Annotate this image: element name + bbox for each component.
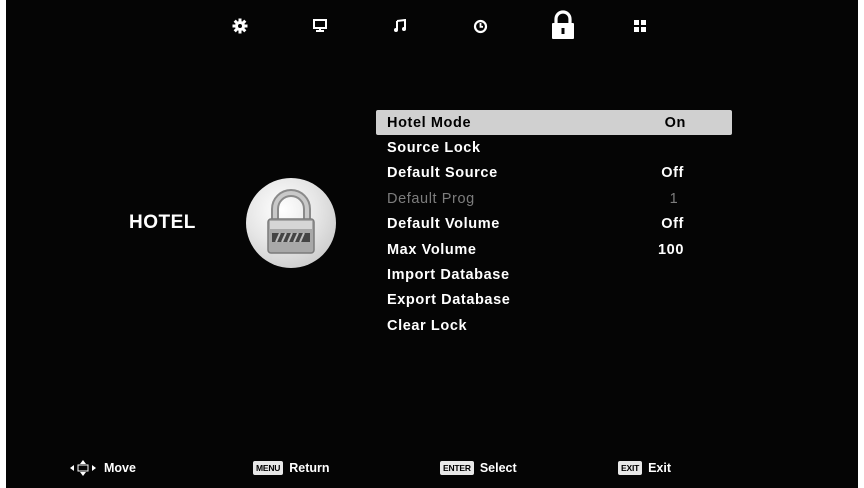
menu-key-icon: MENU xyxy=(253,461,284,475)
category-bar xyxy=(6,0,858,48)
monitor-icon[interactable] xyxy=(308,14,332,38)
apps-grid-icon[interactable] xyxy=(628,14,652,38)
gear-icon[interactable] xyxy=(228,14,252,38)
menu-item-value: 100 xyxy=(658,241,684,258)
hint-return-label: Return xyxy=(289,461,330,475)
menu-item-label: Default Prog xyxy=(387,190,475,207)
menu-item-value: Off xyxy=(661,165,684,182)
hint-move-label: Move xyxy=(104,461,136,475)
lock-icon[interactable] xyxy=(546,8,580,42)
menu-item-clear-lock[interactable]: Clear Lock xyxy=(376,313,732,338)
menu-item-label: Export Database xyxy=(387,292,511,309)
menu-item-value: Off xyxy=(661,216,684,233)
footer-hints: Move MENU Return ENTER Select EXIT Exit xyxy=(6,455,858,481)
menu-item-default-source[interactable]: Default Source Off xyxy=(376,161,732,186)
hint-exit-label: Exit xyxy=(648,461,672,475)
hint-move: Move xyxy=(70,455,136,481)
menu-item-label: Import Database xyxy=(387,267,510,284)
menu-item-label: Max Volume xyxy=(387,241,477,258)
menu-item-value: On xyxy=(664,114,686,131)
menu-item-export-database[interactable]: Export Database xyxy=(376,288,732,313)
exit-key-icon: EXIT xyxy=(618,461,643,475)
hint-return: MENU Return xyxy=(253,455,330,481)
menu-item-label: Clear Lock xyxy=(387,317,468,334)
enter-key-icon: ENTER xyxy=(440,461,474,475)
clock-icon[interactable] xyxy=(468,14,492,38)
menu-item-source-lock[interactable]: Source Lock xyxy=(376,135,732,160)
menu-item-default-prog: Default Prog 1 xyxy=(376,186,732,211)
menu-item-import-database[interactable]: Import Database xyxy=(376,262,732,287)
dpad-arrows-icon xyxy=(70,460,96,476)
menu-item-default-volume[interactable]: Default Volume Off xyxy=(376,212,732,237)
hint-select-label: Select xyxy=(479,461,517,475)
menu-item-max-volume[interactable]: Max Volume 100 xyxy=(376,237,732,262)
section-title: HOTEL xyxy=(129,212,196,233)
padlock-badge-icon xyxy=(246,178,336,268)
menu-item-label: Default Volume xyxy=(387,216,500,233)
music-note-icon[interactable] xyxy=(388,14,412,38)
hotel-settings-menu: Hotel Mode On Source Lock Default Source… xyxy=(376,110,732,339)
menu-item-label: Hotel Mode xyxy=(387,114,472,131)
menu-item-value: 1 xyxy=(669,190,679,207)
menu-item-label: Source Lock xyxy=(387,140,481,157)
menu-item-label: Default Source xyxy=(387,165,498,182)
hint-select: ENTER Select xyxy=(440,455,517,481)
menu-item-hotel-mode[interactable]: Hotel Mode On xyxy=(376,110,732,136)
hint-exit: EXIT Exit xyxy=(618,455,671,481)
tv-osd-screen: HOTEL Hotel Mode On Source Lock Default … xyxy=(6,0,858,488)
